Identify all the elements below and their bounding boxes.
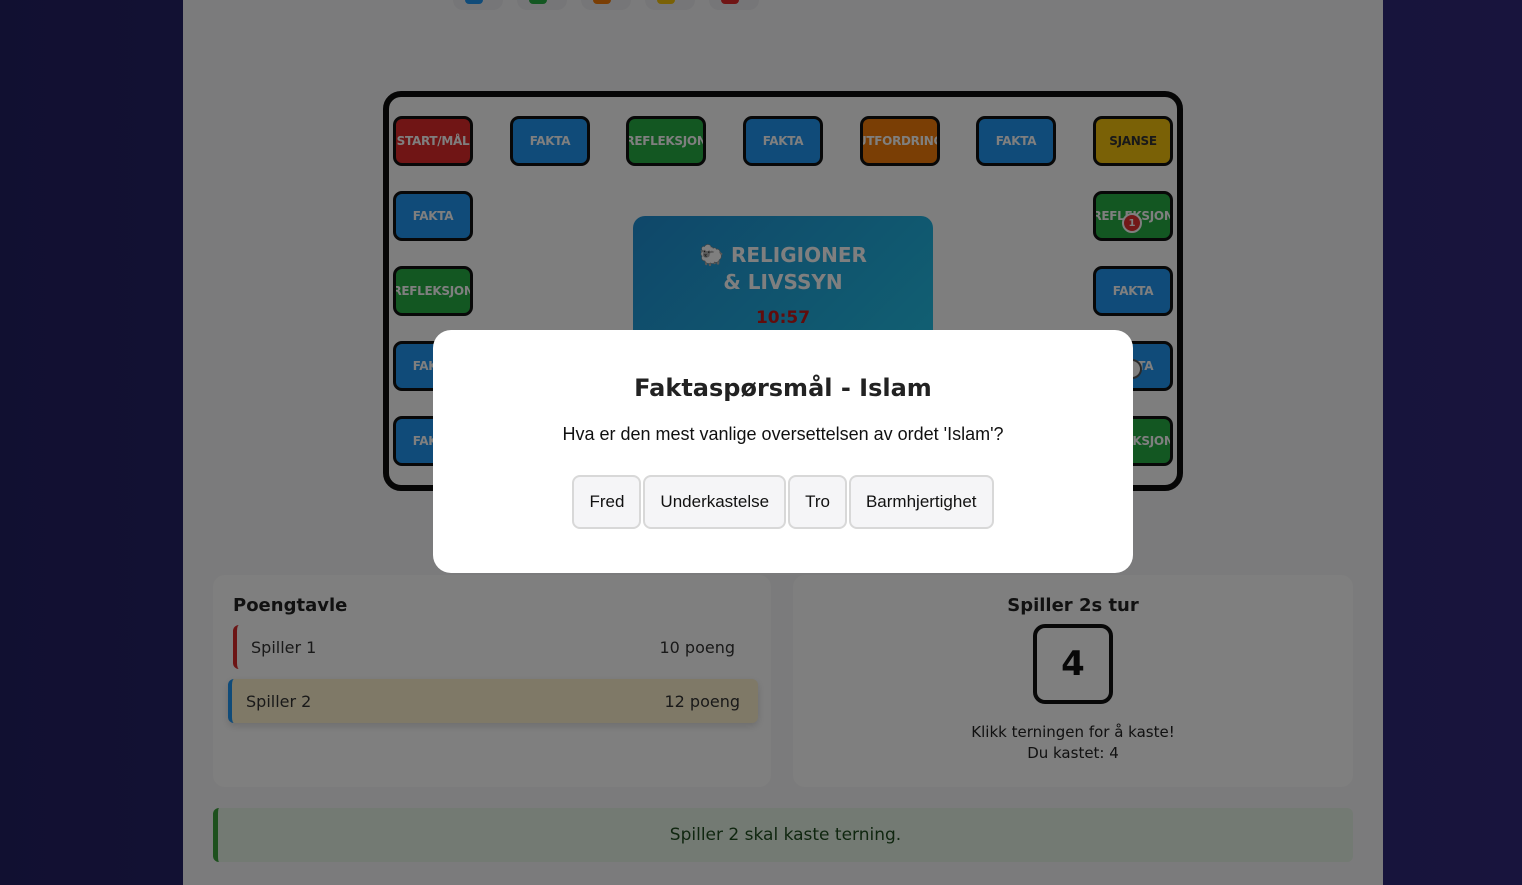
answer-options: Fred Underkastelse Tro Barmhjertighet — [433, 475, 1133, 529]
modal-title: Faktaspørsmål - Islam — [634, 374, 932, 402]
answer-button-underkastelse[interactable]: Underkastelse — [643, 475, 787, 529]
modal-question: Hva er den mest vanlige oversettelsen av… — [562, 424, 1004, 444]
answer-button-fred[interactable]: Fred — [572, 475, 642, 529]
question-modal: Faktaspørsmål - Islam Hva er den mest va… — [433, 330, 1133, 573]
answer-button-barmhjertighet[interactable]: Barmhjertighet — [848, 475, 994, 529]
answer-button-tro[interactable]: Tro — [788, 475, 847, 529]
